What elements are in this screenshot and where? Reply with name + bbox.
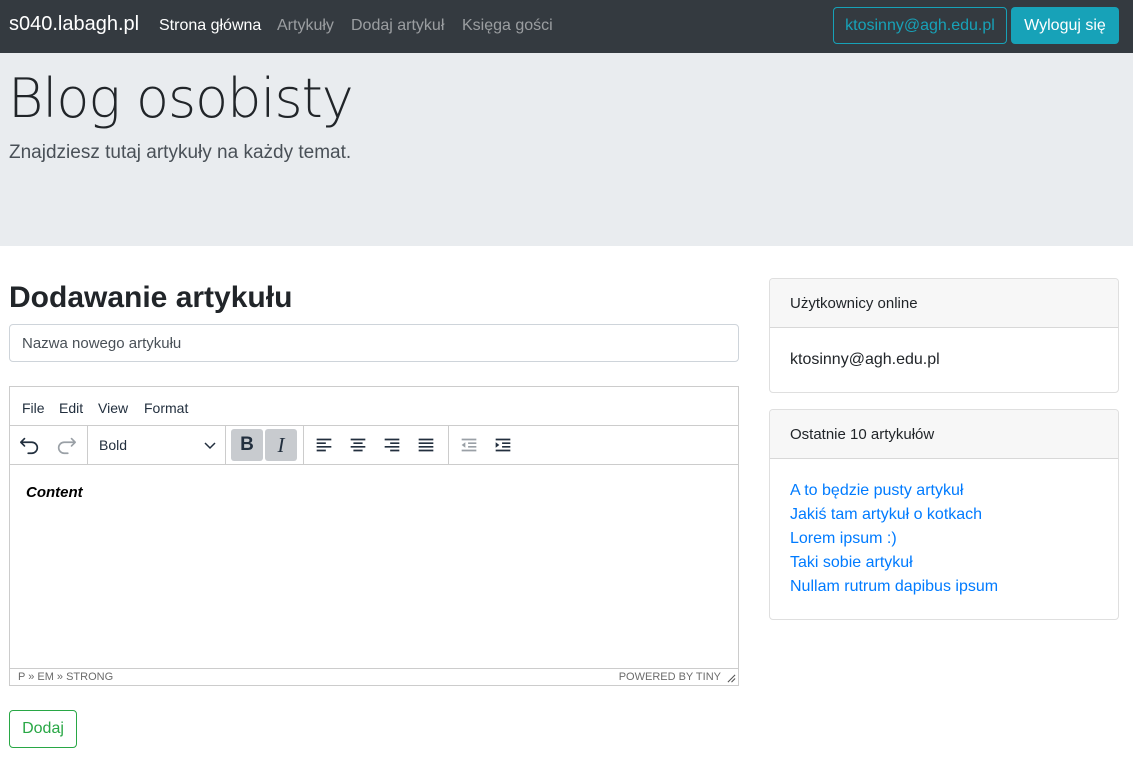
element-path[interactable]: P » EM » STRONG (18, 671, 113, 683)
toolbar-separator (303, 426, 304, 464)
article-link[interactable]: Lorem ipsum :) (790, 527, 1098, 551)
toolbar-separator (448, 426, 449, 464)
page-lead: Znajdziesz tutaj artykuły na każdy temat… (9, 142, 352, 163)
block-format-value: Bold (99, 437, 128, 453)
editor-statusbar: P » EM » STRONG POWERED BY TINY (10, 668, 738, 685)
bold-icon[interactable]: B (231, 429, 263, 461)
outdent-icon[interactable] (453, 429, 485, 461)
resize-handle-icon[interactable] (727, 674, 736, 683)
editor-menubar: File Edit View Format (10, 387, 738, 426)
nav-link-home[interactable]: Strona główna (159, 17, 261, 35)
online-user: ktosinny@agh.edu.pl (790, 351, 940, 368)
article-link[interactable]: Taki sobie artykuł (790, 551, 1098, 575)
article-link[interactable]: Jakiś tam artykuł o kotkach (790, 503, 1098, 527)
italic-icon[interactable]: I (265, 429, 297, 461)
submit-add-button[interactable]: Dodaj (9, 710, 77, 748)
navbar-brand[interactable]: s040.labagh.pl (9, 13, 139, 36)
redo-icon[interactable] (50, 429, 82, 461)
navbar: s040.labagh.pl Strona główna Artykuły Do… (0, 0, 1133, 53)
menu-file[interactable]: File (22, 400, 45, 416)
chevron-down-icon (204, 442, 216, 450)
rich-text-editor: File Edit View Format Bold B I Content P… (9, 386, 739, 686)
logout-button[interactable]: Wyloguj się (1011, 7, 1119, 44)
align-center-icon[interactable] (342, 429, 374, 461)
nav-link-articles[interactable]: Artykuły (277, 17, 334, 35)
align-right-icon[interactable] (376, 429, 408, 461)
article-link[interactable]: A to będzie pusty artykuł (790, 479, 1098, 503)
article-link[interactable]: Nullam rutrum dapibus ipsum (790, 575, 1098, 599)
nav-link-guestbook[interactable]: Księga gości (462, 17, 553, 35)
align-left-icon[interactable] (308, 429, 340, 461)
toolbar-separator (225, 426, 226, 464)
menu-format[interactable]: Format (144, 400, 188, 416)
menu-view[interactable]: View (98, 400, 128, 416)
editor-toolbar: Bold B I (10, 426, 738, 465)
block-format-select[interactable]: Bold (88, 429, 222, 461)
online-users-card: Użytkownicy online ktosinny@agh.edu.pl (769, 278, 1119, 393)
recent-articles-card: Ostatnie 10 artykułów A to będzie pusty … (769, 409, 1119, 620)
editor-content-area[interactable]: Content (10, 466, 738, 668)
article-title-input[interactable] (9, 324, 739, 362)
user-email-button[interactable]: ktosinny@agh.edu.pl (833, 7, 1007, 44)
indent-icon[interactable] (487, 429, 519, 461)
editor-content-text: Content (26, 484, 83, 501)
form-heading: Dodawanie artykułu (9, 281, 293, 314)
menu-edit[interactable]: Edit (59, 400, 83, 416)
recent-articles-header: Ostatnie 10 artykułów (770, 410, 1118, 459)
page-title: Blog osobisty (8, 67, 354, 130)
undo-icon[interactable] (14, 429, 46, 461)
powered-by-link[interactable]: POWERED BY TINY (619, 671, 721, 683)
online-users-header: Użytkownicy online (770, 279, 1118, 328)
align-justify-icon[interactable] (410, 429, 442, 461)
jumbotron: Blog osobisty Znajdziesz tutaj artykuły … (0, 53, 1133, 246)
nav-link-add-article[interactable]: Dodaj artykuł (351, 17, 444, 35)
